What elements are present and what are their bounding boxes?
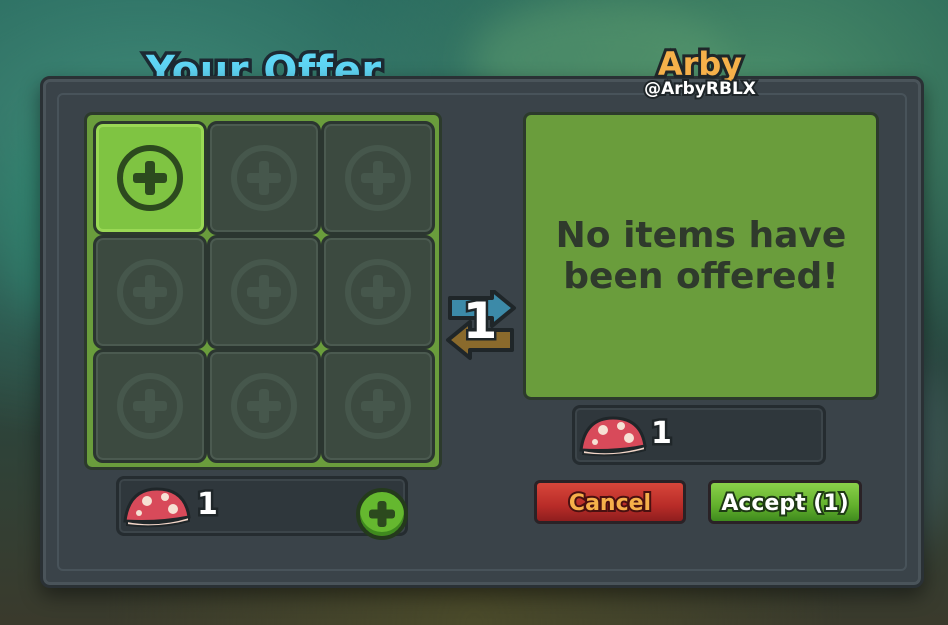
partner-currency-amount: 1	[649, 414, 675, 454]
offer-slot[interactable]	[93, 235, 207, 349]
plus-icon	[117, 145, 183, 211]
partner-offer-panel: No items have been offered!	[523, 112, 879, 400]
offer-slot[interactable]	[93, 349, 207, 463]
mushroom-icon	[579, 416, 647, 457]
offer-slot[interactable]	[321, 121, 435, 235]
plus-icon	[117, 259, 183, 325]
offer-slot[interactable]	[207, 349, 321, 463]
partner-handle: @ArbyRBLX	[642, 77, 758, 101]
partner-header: Arby @ArbyRBLX	[560, 42, 840, 101]
plus-icon	[231, 145, 297, 211]
offer-slot[interactable]	[207, 235, 321, 349]
add-currency-button[interactable]	[356, 488, 408, 540]
offer-slot[interactable]	[321, 349, 435, 463]
swap-count: 1	[460, 290, 500, 353]
partner-currency: 1	[572, 405, 826, 465]
cancel-button[interactable]: Cancel	[534, 480, 686, 524]
empty-offer-message: No items have been offered!	[555, 214, 847, 297]
offer-slot[interactable]	[207, 121, 321, 235]
plus-icon	[345, 145, 411, 211]
your-currency-amount: 1	[195, 485, 221, 525]
plus-icon	[231, 373, 297, 439]
offer-slot-add[interactable]	[93, 121, 207, 235]
plus-icon	[117, 373, 183, 439]
plus-icon	[231, 259, 297, 325]
your-offer-grid	[84, 112, 442, 470]
plus-icon	[345, 259, 411, 325]
offer-slot[interactable]	[321, 235, 435, 349]
mushroom-icon	[123, 487, 191, 528]
plus-icon	[345, 373, 411, 439]
accept-button[interactable]: Accept (1)	[708, 480, 862, 524]
partner-name: Arby	[655, 42, 745, 86]
